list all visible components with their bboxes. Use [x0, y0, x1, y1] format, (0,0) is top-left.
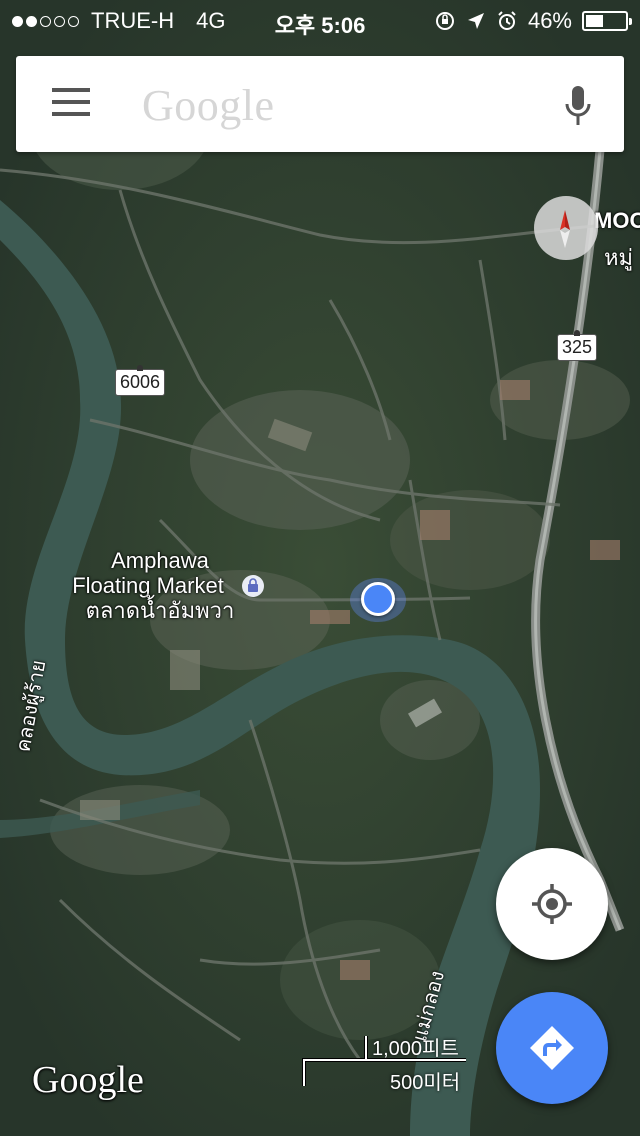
battery-icon	[582, 11, 632, 31]
battery-nub	[629, 18, 632, 25]
current-location-dot[interactable]	[361, 582, 395, 616]
area-label-moo: MOO	[594, 208, 640, 233]
location-arrow-icon	[467, 13, 484, 29]
compass-icon[interactable]	[534, 196, 598, 260]
search-placeholder-logo[interactable]: Google	[142, 80, 275, 131]
compass-needle	[560, 210, 570, 248]
microphone-icon[interactable]	[562, 84, 594, 128]
hamburger-menu-icon[interactable]	[52, 88, 90, 120]
directions-icon	[530, 1026, 574, 1070]
map-scale-bar	[302, 1036, 466, 1086]
area-label-mu: หมู่	[604, 245, 634, 270]
road-shield-6006[interactable]: 6006	[115, 365, 166, 396]
shopping-bag-icon[interactable]	[241, 574, 265, 598]
battery-percent: 46%	[527, 8, 572, 33]
search-bar[interactable]: Google	[16, 56, 624, 152]
my-location-button[interactable]	[496, 848, 608, 960]
status-bar: TRUE-H 4G 오후 5:06 46%	[0, 0, 640, 40]
directions-button[interactable]	[496, 992, 608, 1104]
place-name-line-2: Floating Market	[72, 573, 224, 598]
road-shield-325[interactable]: 325	[557, 330, 598, 361]
my-location-icon	[532, 884, 572, 924]
alarm-icon	[498, 11, 516, 30]
place-name-line-1: Amphawa	[111, 548, 209, 573]
place-label-amphawa-floating-market[interactable]: Amphawa Floating Market ตลาดน้ำอัมพวา	[60, 548, 260, 623]
rotation-lock-icon	[435, 12, 454, 30]
status-right: 46%	[434, 8, 632, 34]
google-attribution-logo: Google	[32, 1059, 144, 1101]
place-name-thai: ตลาดน้ำอัมพวา	[85, 598, 235, 623]
battery-fill	[586, 15, 603, 27]
